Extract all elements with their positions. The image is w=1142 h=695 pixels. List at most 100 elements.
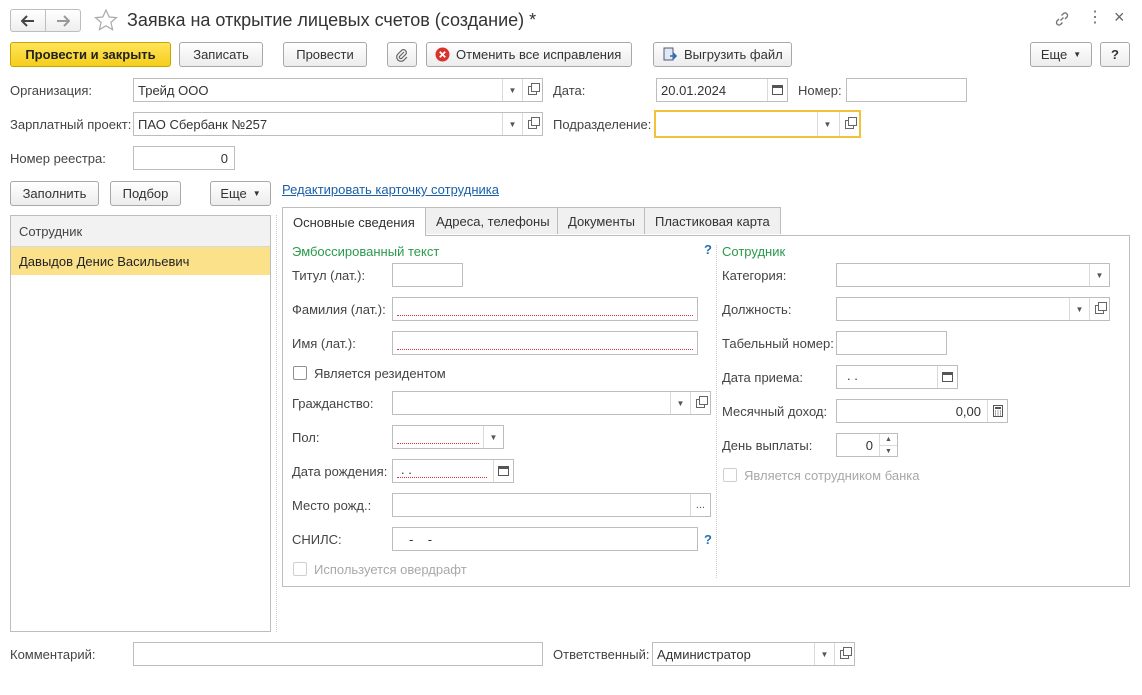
post-button[interactable]: Провести — [283, 42, 367, 67]
column-separator — [716, 245, 717, 578]
gender-field[interactable]: ▼ — [392, 425, 504, 449]
tab-number-field[interactable] — [836, 331, 947, 355]
responsible-field[interactable]: Администратор ▼ — [652, 642, 855, 666]
gender-label: Пол: — [292, 430, 320, 445]
list-column-header[interactable]: Сотрудник — [11, 216, 270, 247]
embossed-help-icon[interactable]: ? — [704, 242, 712, 257]
monthly-income-value: 0,00 — [955, 404, 981, 419]
more-menu-icon[interactable]: ⋮ — [1087, 8, 1103, 28]
comment-field[interactable] — [133, 642, 543, 666]
registry-number-field[interactable]: 0 — [133, 146, 235, 170]
open-icon[interactable] — [522, 113, 542, 135]
calculator-icon[interactable] — [987, 400, 1007, 422]
paperclip-icon — [396, 48, 408, 62]
open-icon[interactable] — [834, 643, 854, 665]
open-icon[interactable] — [839, 112, 859, 136]
calendar-icon[interactable] — [767, 79, 787, 101]
cancel-fixes-label: Отменить все исправления — [456, 47, 622, 62]
tab-plastic-card[interactable]: Пластиковая карта — [644, 207, 781, 234]
name-lat-field[interactable] — [392, 331, 698, 355]
stepper-down-icon[interactable]: ▼ — [879, 445, 897, 456]
surname-lat-field[interactable] — [392, 297, 698, 321]
snils-help-icon[interactable]: ? — [704, 532, 712, 547]
more-label: Еще — [1040, 47, 1068, 62]
calendar-icon[interactable] — [493, 460, 513, 482]
overdraft-label: Используется овердрафт — [314, 562, 467, 577]
chevron-down-icon[interactable]: ▼ — [502, 113, 522, 135]
salary-project-field[interactable]: ПАО Сбербанк №257 ▼ — [133, 112, 543, 136]
chevron-down-icon[interactable]: ▼ — [817, 112, 837, 136]
snils-label: СНИЛС: — [292, 532, 342, 547]
chevron-down-icon[interactable]: ▼ — [1069, 298, 1089, 320]
tab-main-info[interactable]: Основные сведения — [282, 207, 426, 236]
list-more-button[interactable]: Еще ▼ — [210, 181, 271, 206]
open-icon[interactable] — [1089, 298, 1109, 320]
cancel-fixes-button[interactable]: Отменить все исправления — [426, 42, 632, 67]
citizenship-field[interactable]: ▼ — [392, 391, 711, 415]
export-file-button[interactable]: Выгрузить файл — [653, 42, 792, 67]
birthplace-label: Место рожд.: — [292, 498, 372, 513]
responsible-label: Ответственный: — [553, 647, 650, 662]
birthdate-field[interactable]: . . — [392, 459, 514, 483]
more-button[interactable]: Еще ▼ — [1030, 42, 1092, 67]
resident-checkbox[interactable] — [293, 366, 307, 380]
position-field[interactable]: ▼ — [836, 297, 1110, 321]
chevron-down-icon: ▼ — [252, 189, 261, 198]
post-and-close-button[interactable]: Провести и закрыть — [10, 42, 171, 67]
title-lat-field[interactable] — [392, 263, 463, 287]
stepper-up-icon[interactable]: ▲ — [879, 434, 897, 445]
attach-button[interactable] — [387, 42, 417, 67]
help-button[interactable]: ? — [1100, 42, 1130, 67]
chevron-down-icon[interactable]: ▼ — [502, 79, 522, 101]
payday-label: День выплаты: — [722, 438, 813, 453]
tab-documents[interactable]: Документы — [557, 207, 647, 234]
fill-button[interactable]: Заполнить — [10, 181, 99, 206]
date-field[interactable]: 20.01.2024 — [656, 78, 788, 102]
category-field[interactable]: ▼ — [836, 263, 1110, 287]
close-icon[interactable]: × — [1114, 7, 1125, 27]
pick-button[interactable]: Подбор — [110, 181, 181, 206]
org-field[interactable]: Трейд ООО ▼ — [133, 78, 543, 102]
registry-number-label: Номер реестра: — [10, 151, 106, 166]
list-item[interactable]: Давыдов Денис Васильевич — [11, 247, 270, 275]
open-icon[interactable] — [690, 392, 710, 414]
name-lat-label: Имя (лат.): — [292, 336, 356, 351]
division-field[interactable]: ▼ — [654, 110, 861, 138]
favorite-star-icon[interactable] — [94, 9, 118, 31]
number-field[interactable] — [846, 78, 967, 102]
tab-addresses[interactable]: Адреса, телефоны — [425, 207, 561, 234]
bank-employee-checkbox[interactable] — [723, 468, 737, 482]
link-icon[interactable] — [1054, 11, 1070, 27]
comment-label: Комментарий: — [10, 647, 96, 662]
ellipsis-icon[interactable]: ... — [690, 494, 710, 516]
calendar-icon[interactable] — [937, 366, 957, 388]
forward-button[interactable] — [45, 9, 81, 32]
chevron-down-icon[interactable]: ▼ — [1089, 264, 1109, 286]
employee-section-title: Сотрудник — [722, 244, 786, 259]
list-item-label: Давыдов Денис Васильевич — [19, 254, 190, 269]
title-lat-label: Титул (лат.): — [292, 268, 366, 283]
chevron-down-icon[interactable]: ▼ — [670, 392, 690, 414]
chevron-down-icon[interactable]: ▼ — [814, 643, 834, 665]
bank-employee-label: Является сотрудником банка — [744, 468, 920, 483]
org-label: Организация: — [10, 83, 93, 98]
overdraft-checkbox[interactable] — [293, 562, 307, 576]
resident-label: Является резидентом — [314, 366, 446, 381]
hire-date-label: Дата приема: — [722, 370, 803, 385]
open-icon[interactable] — [522, 79, 542, 101]
chevron-down-icon: ▼ — [1073, 50, 1082, 59]
birthplace-field[interactable]: ... — [392, 493, 711, 517]
back-button[interactable] — [10, 9, 46, 32]
payday-field[interactable]: 0 ▲ ▼ — [836, 433, 898, 457]
date-value: 20.01.2024 — [661, 83, 727, 98]
splitter[interactable] — [276, 215, 277, 632]
edit-employee-card-link[interactable]: Редактировать карточку сотрудника — [282, 182, 499, 197]
export-file-icon — [663, 47, 678, 60]
snils-field[interactable]: - - — [392, 527, 698, 551]
monthly-income-field[interactable]: 0,00 — [836, 399, 1008, 423]
column-header-label: Сотрудник — [19, 224, 83, 239]
chevron-down-icon[interactable]: ▼ — [483, 426, 503, 448]
write-button[interactable]: Записать — [179, 42, 263, 67]
registry-number-value: 0 — [220, 151, 228, 166]
hire-date-field[interactable]: . . — [836, 365, 958, 389]
